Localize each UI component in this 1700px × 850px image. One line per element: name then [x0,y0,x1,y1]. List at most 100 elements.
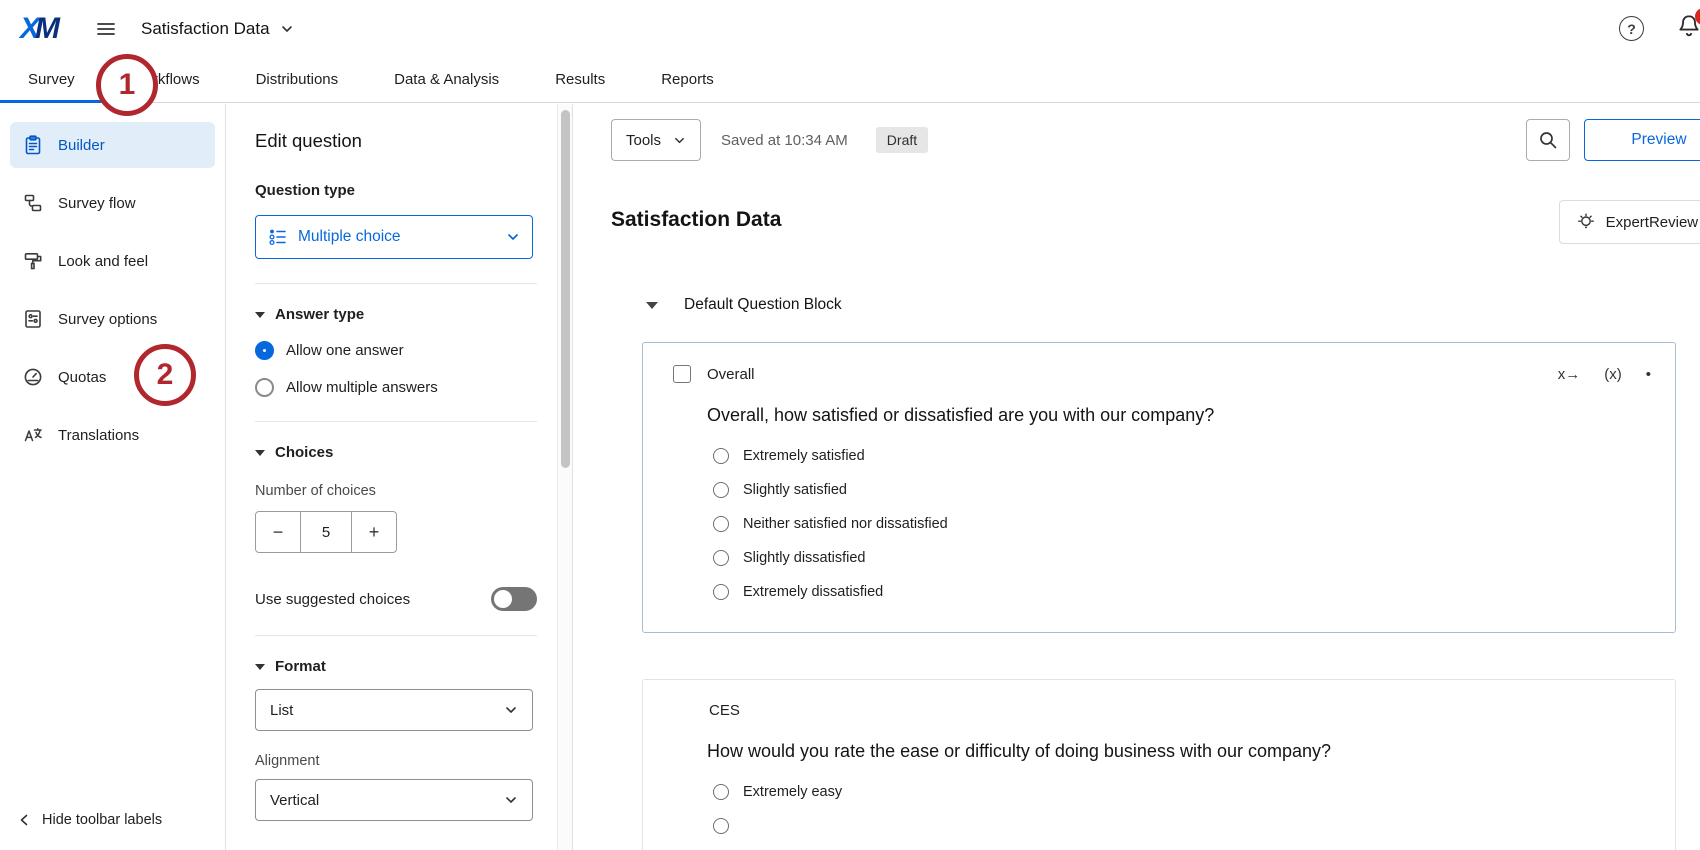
increment-button[interactable]: + [352,512,396,552]
sidebar-item-look-and-feel[interactable]: Look and feel [10,238,215,284]
question-block-header[interactable]: Default Question Block [646,296,1700,314]
skip-logic-icon[interactable]: x→ [1558,366,1581,383]
question-card-overall[interactable]: Overall x→ (x) • Overall, how satisfied … [642,342,1676,633]
sidebar-item-translations[interactable]: Translations [10,412,215,458]
choice-row: Extremely satisfied [713,448,1675,464]
chevron-down-icon [280,22,294,36]
choice-row: Slightly satisfied [713,482,1675,498]
topbar-actions: ? 1 [1619,13,1694,44]
question-type-label: Question type [255,182,537,199]
sidebar-item-label: Survey flow [58,195,136,212]
question-text[interactable]: Overall, how satisfied or dissatisfied a… [707,405,1675,426]
tab-survey[interactable]: Survey [0,57,103,102]
xm-logo[interactable]: XM [20,12,57,46]
sidebar-item-label: Quotas [58,369,106,386]
sidebar-item-label: Builder [58,137,105,154]
help-icon[interactable]: ? [1619,16,1644,41]
sidebar-item-builder[interactable]: Builder [10,122,215,168]
question-choice-list: Extremely easy [713,784,1675,850]
option-label: Allow multiple answers [286,379,438,396]
panel-scrollbar-track[interactable] [557,104,573,850]
footer-label: Hide toolbar labels [42,812,162,828]
panel-title: Edit question [255,130,537,152]
annotation-circle-1: 1 [96,54,158,116]
sidebar-item-survey-options[interactable]: Survey options [10,296,215,342]
answer-type-section-header[interactable]: Answer type [255,306,537,323]
divider [255,635,537,636]
choice-label[interactable]: Neither satisfied nor dissatisfied [743,516,948,532]
choice-radio[interactable] [713,784,729,800]
sidebar-item-label: Survey options [58,311,157,328]
canvas-toolbar: Tools Saved at 10:34 AM Draft Preview [611,118,1700,162]
preview-button[interactable]: Preview [1584,119,1700,161]
alignment-select[interactable]: Vertical [255,779,533,821]
annotation-circle-2: 2 [134,344,196,406]
question-type-select[interactable]: Multiple choice [255,215,533,259]
decrement-button[interactable]: − [256,512,300,552]
allow-one-answer-option[interactable]: Allow one answer [255,341,537,360]
choices-stepper: − 5 + [255,511,397,553]
radio-unselected [255,378,274,397]
collapse-caret-icon [646,302,658,309]
panel-scrollbar-thumb[interactable] [561,110,570,468]
hamburger-menu-icon[interactable] [95,18,117,40]
toolbar-sidebar: Builder Survey flow Look and feel Survey… [0,104,226,850]
question-type-value: Multiple choice [298,228,401,246]
choice-radio[interactable] [713,516,729,532]
chevron-down-icon [504,703,518,717]
choice-radio[interactable] [713,448,729,464]
question-text[interactable]: How would you rate the ease or difficult… [707,741,1675,762]
tab-results[interactable]: Results [527,57,633,102]
allow-multiple-answers-option[interactable]: Allow multiple answers [255,378,537,397]
radio-selected [255,341,274,360]
more-options-icon[interactable]: • [1646,366,1651,383]
choice-label[interactable]: Extremely satisfied [743,448,865,464]
tools-menu-button[interactable]: Tools [611,119,701,161]
tab-distributions[interactable]: Distributions [228,57,367,102]
option-label: Allow one answer [286,342,404,359]
sidebar-item-label: Translations [58,427,139,444]
translate-icon [22,424,44,446]
choice-label[interactable]: Slightly satisfied [743,482,847,498]
choice-row: Extremely easy [713,784,1675,800]
question-checkbox[interactable] [673,365,691,383]
search-button[interactable] [1526,119,1570,161]
choice-radio[interactable] [713,818,729,834]
choice-radio[interactable] [713,584,729,600]
edit-question-panel: Edit question Question type Multiple cho… [227,104,557,850]
format-select[interactable]: List [255,689,533,731]
choice-row: Neither satisfied nor dissatisfied [713,516,1675,532]
options-icon [22,308,44,330]
hide-toolbar-labels-button[interactable]: Hide toolbar labels [18,812,162,828]
expert-review-button[interactable]: ExpertReview score [1559,200,1700,244]
format-section-header[interactable]: Format [255,658,537,675]
choice-label[interactable]: Extremely easy [743,784,842,800]
notifications-button[interactable]: 1 [1676,13,1700,44]
choice-label[interactable]: Extremely dissatisfied [743,584,883,600]
expert-review-label: ExpertReview score [1606,214,1700,231]
piped-text-icon[interactable]: (x) [1604,366,1622,383]
toolbar-right-group: Preview [1526,119,1700,161]
choice-radio[interactable] [713,550,729,566]
question-quick-actions: x→ (x) • [1558,366,1657,383]
search-icon [1538,130,1558,150]
suggested-choices-label: Use suggested choices [255,591,410,608]
app-window: XM Satisfaction Data ? 1 Survey Workflow… [0,0,1700,850]
status-badge: Draft [876,127,928,153]
question-header: Overall x→ (x) • [643,343,1675,383]
choice-radio[interactable] [713,482,729,498]
tab-reports[interactable]: Reports [633,57,742,102]
choice-row: Extremely dissatisfied [713,584,1675,600]
section-title: Answer type [275,306,364,323]
suggested-choices-toggle[interactable] [491,587,537,611]
choices-section-header[interactable]: Choices [255,444,537,461]
tab-data-analysis[interactable]: Data & Analysis [366,57,527,102]
question-card-ces[interactable]: CES How would you rate the ease or diffi… [642,679,1676,850]
chevron-down-icon [504,793,518,807]
sidebar-item-survey-flow[interactable]: Survey flow [10,180,215,226]
section-title: Choices [275,444,333,461]
choice-label[interactable]: Slightly dissatisfied [743,550,866,566]
top-bar: XM Satisfaction Data ? 1 [0,0,1700,57]
project-switcher[interactable]: Satisfaction Data [141,19,294,39]
project-title: Satisfaction Data [141,19,270,39]
